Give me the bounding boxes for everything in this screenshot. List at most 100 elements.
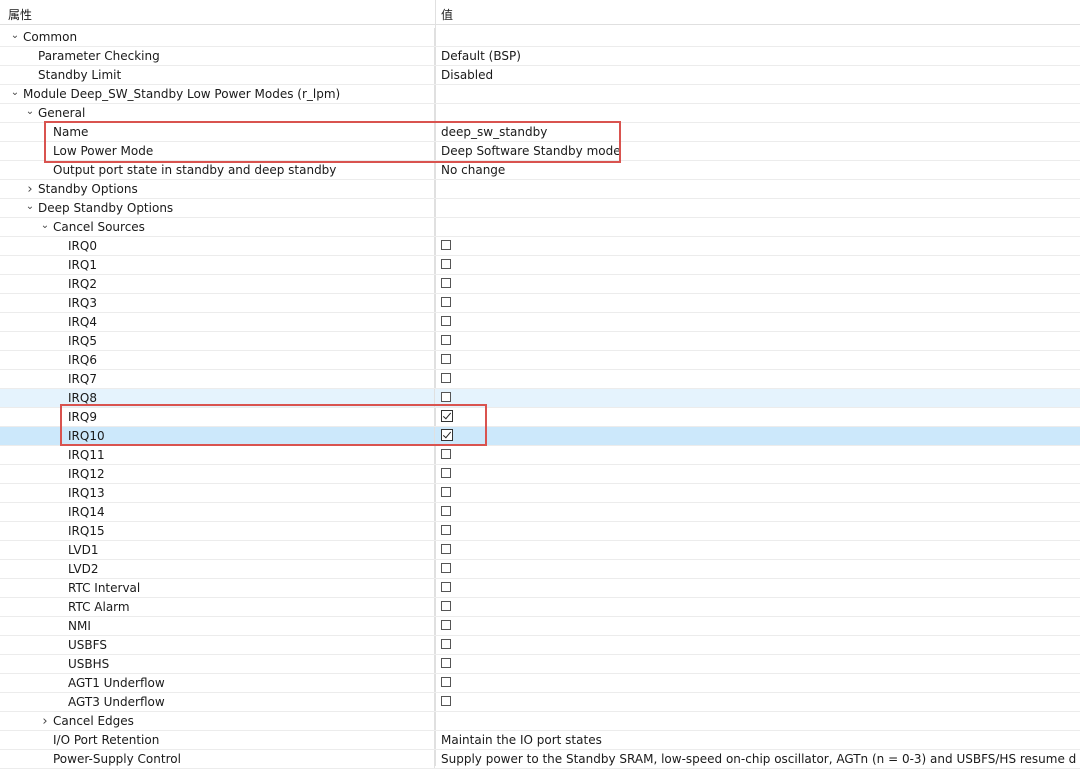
tree-row[interactable]: IRQ3	[0, 294, 1080, 313]
value-cell[interactable]	[441, 636, 1077, 654]
value-cell[interactable]	[441, 180, 1077, 198]
value-cell[interactable]	[441, 332, 1077, 350]
tree-row[interactable]: USBFS	[0, 636, 1080, 655]
property-cell[interactable]: › Standby Options	[0, 180, 435, 198]
tree-row[interactable]: › Standby Options	[0, 180, 1080, 199]
value-cell[interactable]	[441, 389, 1077, 407]
tree-row[interactable]: RTC Interval	[0, 579, 1080, 598]
property-cell[interactable]: I/O Port Retention	[0, 731, 435, 749]
property-cell[interactable]: Output port state in standby and deep st…	[0, 161, 435, 179]
value-cell[interactable]	[441, 370, 1077, 388]
value-cell[interactable]	[441, 427, 1077, 445]
property-cell[interactable]: NMI	[0, 617, 435, 635]
checkbox-unchecked[interactable]	[441, 297, 451, 307]
tree-row[interactable]: IRQ6	[0, 351, 1080, 370]
checkbox-unchecked[interactable]	[441, 487, 451, 497]
value-cell[interactable]	[441, 351, 1077, 369]
tree-row[interactable]: IRQ8	[0, 389, 1080, 408]
checkbox-unchecked[interactable]	[441, 278, 451, 288]
value-cell[interactable]: Default (BSP)	[441, 47, 1077, 65]
value-cell[interactable]	[441, 465, 1077, 483]
tree-row[interactable]: NMI	[0, 617, 1080, 636]
tree-row[interactable]: IRQ0	[0, 237, 1080, 256]
tree-row[interactable]: Standby Limit Disabled	[0, 66, 1080, 85]
property-cell[interactable]: AGT3 Underflow	[0, 693, 435, 711]
property-cell[interactable]: IRQ14	[0, 503, 435, 521]
checkbox-unchecked[interactable]	[441, 563, 451, 573]
tree-row[interactable]: ⌄ Common	[0, 28, 1080, 47]
value-cell[interactable]	[441, 199, 1077, 217]
tree-row[interactable]: LVD1	[0, 541, 1080, 560]
property-cell[interactable]: USBFS	[0, 636, 435, 654]
tree-row[interactable]: ⌄ Cancel Sources	[0, 218, 1080, 237]
value-cell[interactable]	[441, 275, 1077, 293]
value-cell[interactable]: Maintain the IO port states	[441, 731, 1077, 749]
value-cell[interactable]	[441, 598, 1077, 616]
tree-row[interactable]: IRQ15	[0, 522, 1080, 541]
checkbox-unchecked[interactable]	[441, 506, 451, 516]
value-cell[interactable]	[441, 503, 1077, 521]
property-cell[interactable]: AGT1 Underflow	[0, 674, 435, 692]
tree-row[interactable]: Name deep_sw_standby	[0, 123, 1080, 142]
property-cell[interactable]: Low Power Mode	[0, 142, 435, 160]
expand-chevron-icon[interactable]: ⌄	[10, 85, 20, 102]
checkbox-unchecked[interactable]	[441, 373, 451, 383]
value-cell[interactable]	[441, 560, 1077, 578]
tree-row[interactable]: IRQ11	[0, 446, 1080, 465]
property-cell[interactable]: IRQ7	[0, 370, 435, 388]
value-cell[interactable]	[441, 446, 1077, 464]
property-cell[interactable]: RTC Alarm	[0, 598, 435, 616]
value-cell[interactable]	[441, 294, 1077, 312]
expand-chevron-icon[interactable]: ⌄	[40, 218, 50, 235]
property-cell[interactable]: Name	[0, 123, 435, 141]
property-cell[interactable]: IRQ0	[0, 237, 435, 255]
header-value[interactable]: 值	[441, 6, 1077, 24]
value-cell[interactable]	[441, 218, 1077, 236]
tree-row[interactable]: IRQ1	[0, 256, 1080, 275]
property-cell[interactable]: IRQ8	[0, 389, 435, 407]
value-cell[interactable]	[441, 237, 1077, 255]
tree-row[interactable]: AGT1 Underflow	[0, 674, 1080, 693]
property-cell[interactable]: IRQ13	[0, 484, 435, 502]
property-cell[interactable]: IRQ10	[0, 427, 435, 445]
tree-row[interactable]: I/O Port Retention Maintain the IO port s…	[0, 731, 1080, 750]
checkbox-unchecked[interactable]	[441, 392, 451, 402]
collapse-chevron-icon[interactable]: ›	[25, 181, 35, 198]
checkbox-unchecked[interactable]	[441, 601, 451, 611]
value-cell[interactable]	[441, 484, 1077, 502]
property-cell[interactable]: ⌄ Common	[0, 28, 435, 46]
checkbox-unchecked[interactable]	[441, 677, 451, 687]
checkbox-checked[interactable]	[441, 410, 453, 422]
checkbox-unchecked[interactable]	[441, 696, 451, 706]
value-cell[interactable]: Supply power to the Standby SRAM, low-sp…	[441, 750, 1077, 768]
tree-row[interactable]: LVD2	[0, 560, 1080, 579]
tree-row[interactable]: Parameter Checking Default (BSP)	[0, 47, 1080, 66]
header-property[interactable]: 属性	[0, 6, 435, 24]
value-cell[interactable]	[441, 655, 1077, 673]
expand-chevron-icon[interactable]: ⌄	[10, 28, 20, 45]
tree-row[interactable]: ⌄ Deep Standby Options	[0, 199, 1080, 218]
checkbox-unchecked[interactable]	[441, 525, 451, 535]
property-cell[interactable]: IRQ1	[0, 256, 435, 274]
value-cell[interactable]	[441, 693, 1077, 711]
tree-row[interactable]: AGT3 Underflow	[0, 693, 1080, 712]
checkbox-unchecked[interactable]	[441, 354, 451, 364]
checkbox-unchecked[interactable]	[441, 449, 451, 459]
property-cell[interactable]: IRQ2	[0, 275, 435, 293]
property-cell[interactable]: IRQ9	[0, 408, 435, 426]
tree-row[interactable]: ⌄ Module Deep_SW_Standby Low Power Modes …	[0, 85, 1080, 104]
value-cell[interactable]	[441, 541, 1077, 559]
tree-row[interactable]: ⌄ General	[0, 104, 1080, 123]
value-cell[interactable]	[441, 85, 1077, 103]
property-cell[interactable]: LVD1	[0, 541, 435, 559]
value-cell[interactable]	[441, 522, 1077, 540]
tree-row[interactable]: IRQ10	[0, 427, 1080, 446]
checkbox-unchecked[interactable]	[441, 544, 451, 554]
property-cell[interactable]: Standby Limit	[0, 66, 435, 84]
value-cell[interactable]	[441, 579, 1077, 597]
tree-row[interactable]: IRQ2	[0, 275, 1080, 294]
property-cell[interactable]: Power-Supply Control	[0, 750, 435, 768]
tree-row[interactable]: IRQ9	[0, 408, 1080, 427]
tree-row[interactable]: IRQ4	[0, 313, 1080, 332]
tree-row[interactable]: › Cancel Edges	[0, 712, 1080, 731]
